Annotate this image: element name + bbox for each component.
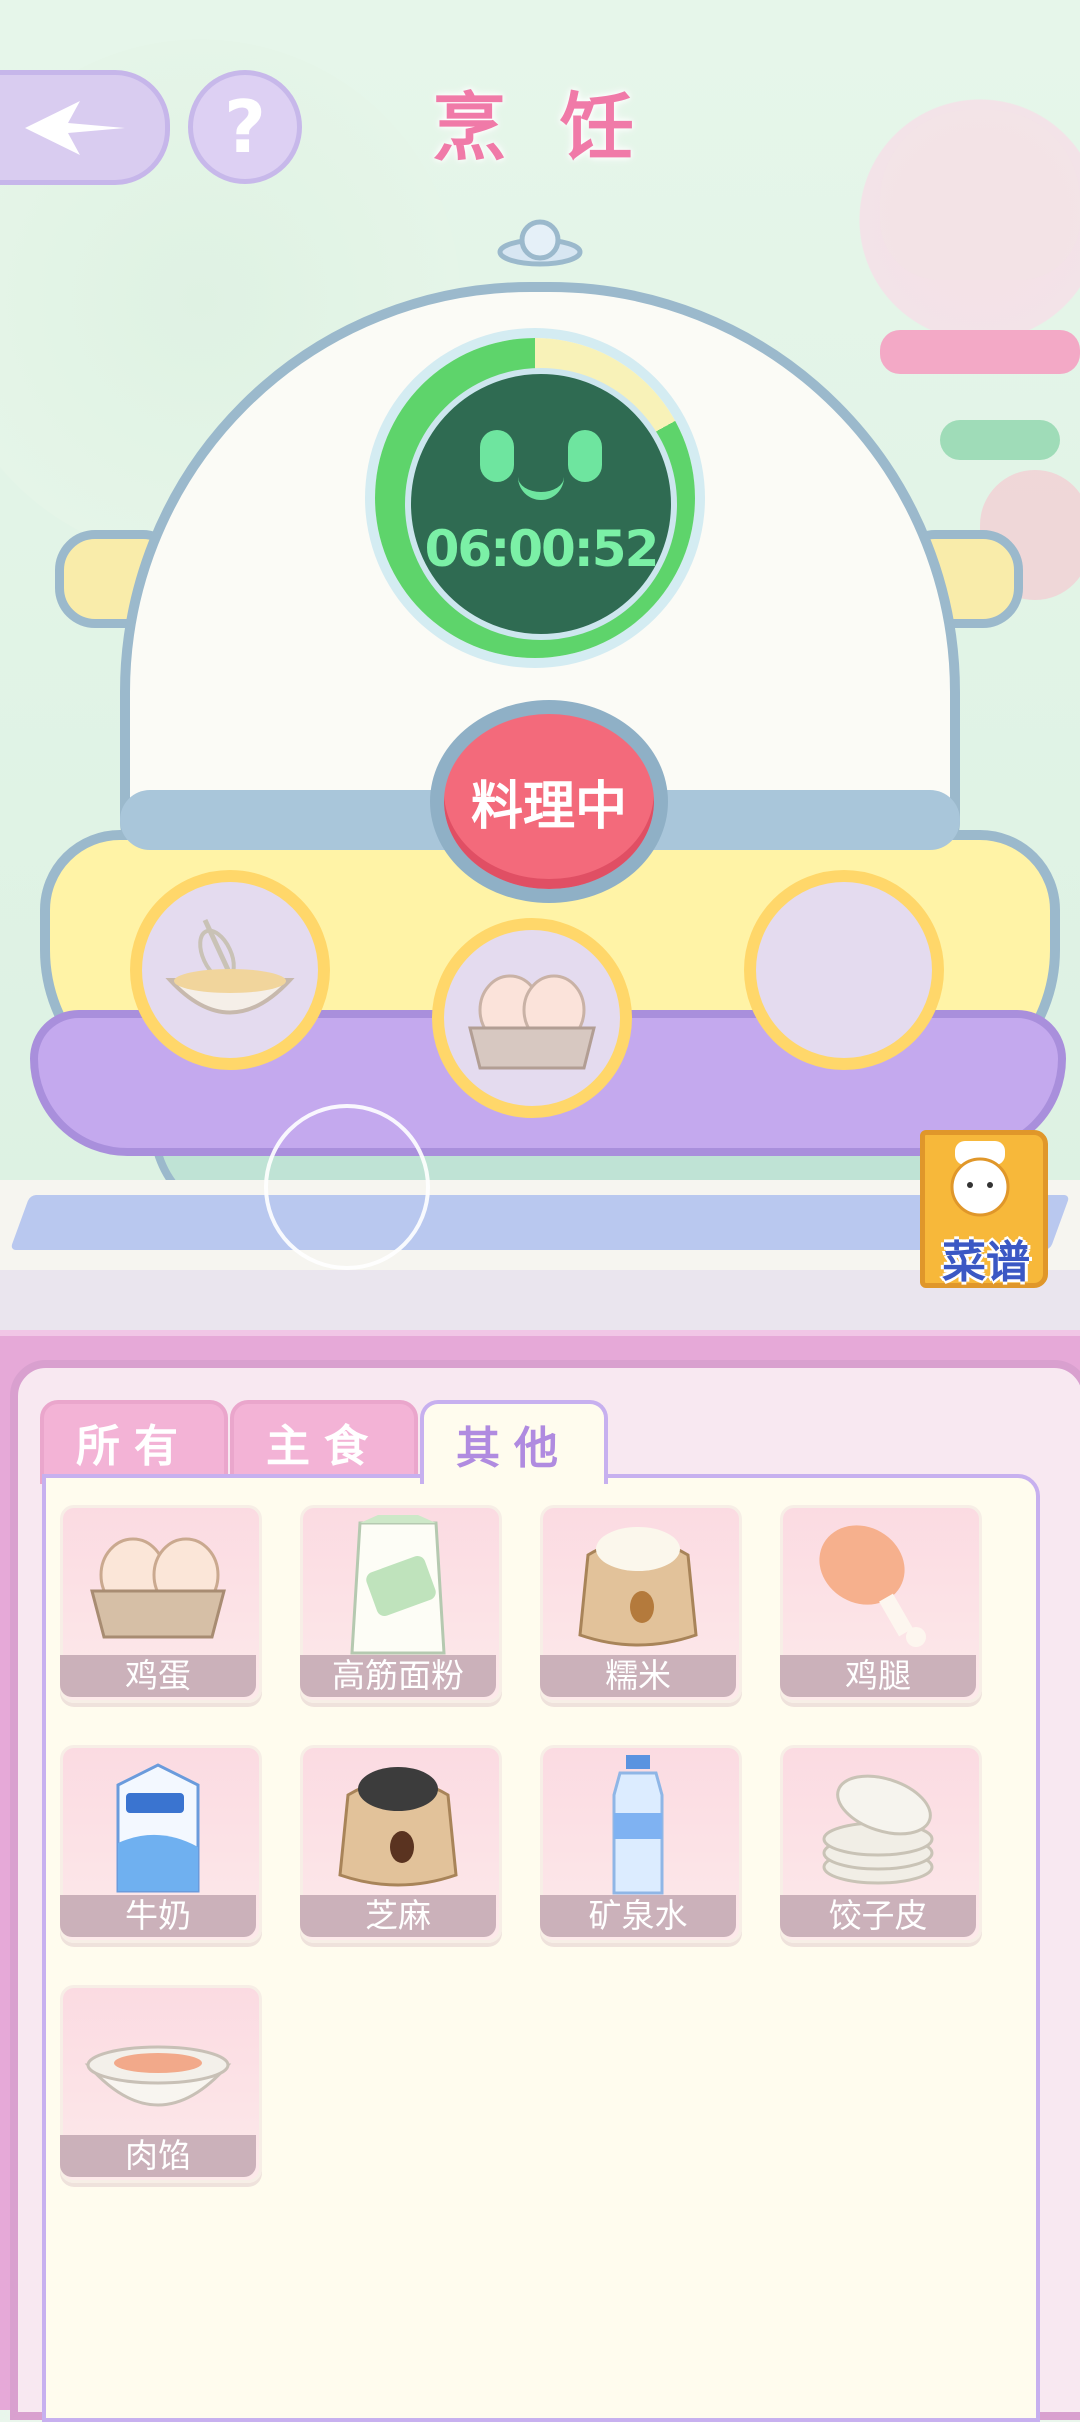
item-label: 鸡腿 [780, 1655, 976, 1697]
dumpling-wrappers-icon [822, 1774, 934, 1885]
counter-edge [0, 1270, 1080, 1330]
background-teapot [880, 110, 1080, 280]
item-label: 高筋面粉 [300, 1655, 496, 1697]
ingredient-item[interactable]: 牛奶 [60, 1745, 262, 1943]
ingredient-item[interactable]: 高筋面粉 [300, 1505, 502, 1703]
ingredient-slot-2[interactable] [432, 918, 632, 1118]
background-shelf [880, 330, 1080, 374]
help-button[interactable]: ? [188, 70, 302, 184]
item-label: 肉馅 [60, 2135, 256, 2177]
ingredient-item[interactable]: 芝麻 [300, 1745, 502, 1943]
timer-eye-left [480, 430, 514, 482]
tab-other[interactable]: 其他 [420, 1400, 608, 1484]
water-bottle-icon [612, 1755, 664, 1895]
ingredient-slot-1[interactable] [130, 870, 330, 1070]
item-label: 芝麻 [300, 1895, 496, 1937]
tab-label: 主食 [266, 1421, 382, 1472]
ingredient-item[interactable]: 鸡蛋 [60, 1505, 262, 1703]
ingredient-item[interactable]: 鸡腿 [780, 1505, 982, 1703]
eggs-icon [90, 1537, 226, 1639]
rice-sack-icon [578, 1527, 698, 1647]
tab-label: 所有 [76, 1421, 192, 1472]
item-label: 矿泉水 [540, 1895, 736, 1937]
cooking-timer: 06:00:52 [424, 520, 660, 578]
ingredient-item[interactable]: 肉馅 [60, 1985, 262, 2183]
back-arrow-icon [25, 100, 125, 155]
counter-mat [9, 1195, 1071, 1250]
cooker-knob [497, 219, 583, 267]
item-label: 饺子皮 [780, 1895, 976, 1937]
ingredient-slot-3[interactable] [744, 870, 944, 1070]
touch-indicator [264, 1104, 430, 1270]
chicken-leg-icon [819, 1525, 926, 1647]
cooking-status-button[interactable]: 料理中 [430, 700, 668, 903]
egg-carton-icon [468, 974, 596, 1070]
tab-all[interactable]: 所有 [40, 1400, 228, 1484]
background-shelf [940, 420, 1060, 460]
ingredient-item[interactable]: 矿泉水 [540, 1745, 742, 1943]
sesame-sack-icon [338, 1767, 458, 1887]
timer-face [405, 368, 677, 640]
ingredient-item[interactable]: 饺子皮 [780, 1745, 982, 1943]
tab-label: 其他 [456, 1423, 572, 1474]
timer-eye-right [568, 430, 602, 482]
cooking-status-label: 料理中 [470, 777, 627, 837]
item-label: 糯米 [540, 1655, 736, 1697]
item-label: 鸡蛋 [60, 1655, 256, 1697]
minced-meat-bowl-icon [84, 2045, 232, 2107]
help-icon: ? [224, 85, 266, 169]
ingredient-item[interactable]: 糯米 [540, 1505, 742, 1703]
flour-bag-icon [350, 1515, 446, 1655]
chef-cat-icon [950, 1141, 1010, 1217]
milk-carton-icon [116, 1763, 200, 1893]
page-title: 烹 饪 [432, 85, 648, 171]
item-label: 牛奶 [60, 1895, 256, 1937]
recipe-label: 菜谱 [942, 1237, 1030, 1288]
back-button[interactable] [0, 70, 170, 185]
whisk-bowl-icon [165, 918, 295, 1015]
tab-staple-food[interactable]: 主食 [230, 1400, 418, 1484]
